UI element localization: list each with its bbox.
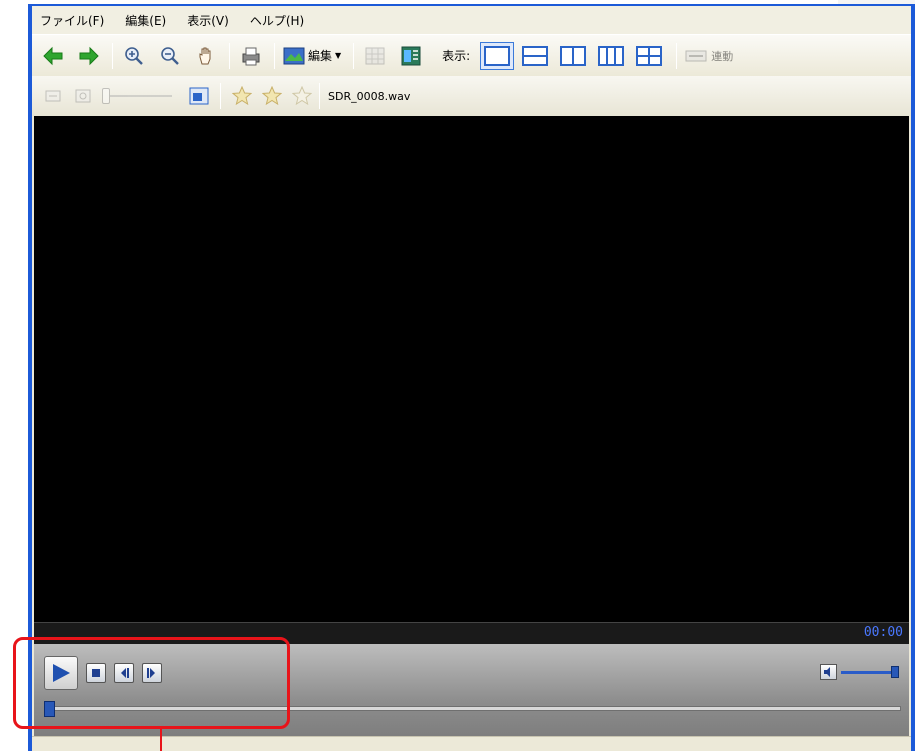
- toolbar-separator: [676, 42, 678, 69]
- annotation-highlight-box: [13, 637, 290, 729]
- menu-bar: ファイル(F) 編集(E) 表示(V) ヘルプ(H): [32, 6, 911, 34]
- arrow-left-icon: [43, 46, 63, 65]
- layout-quad-icon: [636, 45, 663, 66]
- toolbar-separator: [274, 42, 275, 69]
- layout-quad-button[interactable]: [632, 42, 666, 70]
- info-panel-button[interactable]: [398, 43, 424, 69]
- main-toolbar: 編集 ▼ 表示: 連動: [32, 34, 911, 76]
- toolbar-separator: [319, 83, 320, 109]
- menu-edit[interactable]: 編集(E): [123, 10, 168, 31]
- fullscreen-icon: [189, 87, 209, 105]
- volume-button[interactable]: [820, 664, 837, 680]
- time-display: 00:00: [863, 625, 903, 640]
- annotation-pointer-line: [160, 729, 162, 751]
- layout-vertical-split-button[interactable]: [556, 42, 590, 70]
- arrow-right-icon: [79, 46, 99, 65]
- layout-three-column-icon: [598, 45, 625, 66]
- speaker-icon: [823, 667, 830, 677]
- forward-button[interactable]: [76, 43, 102, 69]
- layout-horizontal-split-button[interactable]: [518, 42, 552, 70]
- hand-icon: [199, 47, 211, 64]
- info-panel-icon: [401, 46, 421, 65]
- zoom-out-button[interactable]: [157, 43, 183, 69]
- media-viewer: [34, 116, 909, 622]
- fullscreen-button[interactable]: [186, 83, 212, 109]
- star-icon: [262, 86, 282, 106]
- chevron-down-icon: ▼: [335, 51, 342, 60]
- toolbar-separator: [229, 42, 230, 69]
- image-edit-icon: [283, 47, 305, 64]
- fit-button[interactable]: [40, 83, 66, 109]
- zoom-slider[interactable]: [102, 86, 172, 106]
- printer-icon: [242, 47, 260, 65]
- layout-three-column-button[interactable]: [594, 42, 628, 70]
- fit-icon: [45, 90, 61, 102]
- rating-star-2[interactable]: [259, 83, 285, 109]
- grid-icon: [365, 47, 385, 64]
- menu-file[interactable]: ファイル(F): [38, 10, 106, 31]
- volume-slider-thumb[interactable]: [891, 666, 899, 678]
- layout-vertical-icon: [560, 45, 587, 66]
- view-label: 表示:: [442, 49, 471, 63]
- zoom-slider-thumb[interactable]: [102, 88, 110, 104]
- secondary-toolbar: SDR_0008.wav: [32, 76, 911, 116]
- print-button[interactable]: [238, 43, 264, 69]
- toolbar-separator: [353, 42, 355, 69]
- actual-size-icon: [75, 89, 91, 103]
- rating-star-3[interactable]: [289, 83, 315, 109]
- actual-size-button[interactable]: [70, 83, 96, 109]
- toolbar-separator: [112, 42, 113, 69]
- zoom-in-icon: [125, 46, 143, 65]
- star-icon: [232, 86, 252, 106]
- layout-single-button[interactable]: [480, 41, 515, 70]
- status-bar: [32, 736, 911, 751]
- edit-dropdown-button[interactable]: 編集 ▼: [283, 43, 341, 69]
- star-icon: [292, 86, 312, 106]
- menu-help[interactable]: ヘルプ(H): [248, 10, 306, 31]
- zoom-out-icon: [161, 46, 179, 65]
- volume-slider[interactable]: [841, 671, 897, 674]
- file-name: SDR_0008.wav: [328, 89, 411, 103]
- link-button[interactable]: 連動: [685, 43, 739, 69]
- zoom-in-button[interactable]: [121, 43, 147, 69]
- edit-label: 編集: [308, 49, 333, 63]
- link-label: 連動: [711, 49, 734, 63]
- toolbar-separator: [220, 83, 221, 109]
- rating-star-1[interactable]: [229, 83, 255, 109]
- layout-horizontal-icon: [522, 45, 549, 66]
- back-button[interactable]: [40, 43, 66, 69]
- menu-view[interactable]: 表示(V): [185, 10, 231, 31]
- link-icon: [685, 50, 707, 61]
- grid-button[interactable]: [362, 43, 388, 69]
- layout-single-icon: [484, 45, 511, 66]
- pan-button[interactable]: [193, 43, 219, 69]
